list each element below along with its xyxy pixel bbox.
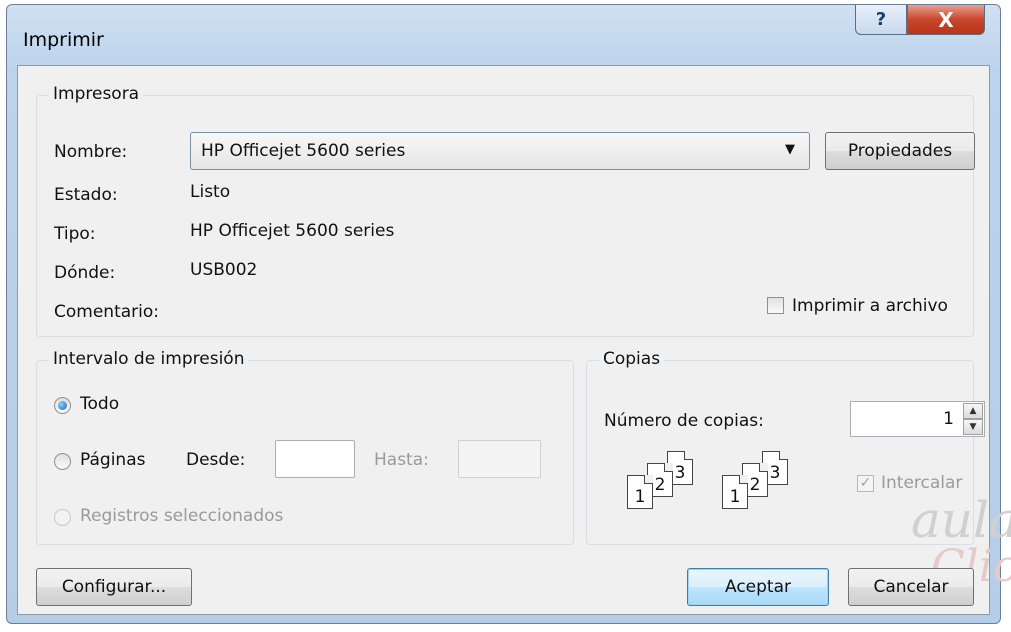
ok-button[interactable]: Aceptar: [687, 568, 829, 606]
close-button[interactable]: X: [907, 5, 985, 35]
type-label: Tipo:: [54, 224, 96, 244]
title-bar[interactable]: Imprimir ? X: [7, 5, 1000, 65]
status-label: Estado:: [54, 185, 118, 205]
close-icon: X: [938, 7, 954, 32]
radio-all-label[interactable]: Todo: [80, 394, 119, 414]
radio-selected-records-label[interactable]: Registros seleccionados: [80, 506, 283, 526]
print-range-group: Intervalo de impresión Todo Páginas Desd…: [36, 349, 574, 545]
ok-button-label: Aceptar: [725, 577, 791, 597]
to-label: Hasta:: [374, 450, 429, 470]
collate-pages-icon: 3 2 1: [722, 451, 812, 521]
copies-group-title: Copias: [599, 349, 665, 369]
printer-group: Impresora Nombre: HP Officejet 5600 seri…: [36, 84, 975, 337]
where-label: Dónde:: [54, 263, 116, 283]
print-to-file-checkbox[interactable]: [767, 297, 784, 314]
setup-button-label: Configurar...: [61, 577, 167, 597]
print-dialog: Imprimir ? X aula Clic Impresora Nombre:…: [6, 4, 1011, 624]
copies-group: Copias Número de copias: 1 ▲ ▼ 3 2 1 3 2…: [586, 349, 985, 545]
collate-checkbox[interactable]: ✓: [857, 475, 874, 492]
radio-all[interactable]: [54, 397, 71, 414]
help-icon: ?: [875, 9, 887, 30]
printer-group-title: Impresora: [49, 84, 144, 104]
cancel-button-label: Cancelar: [873, 577, 949, 597]
printer-name-value: HP Officejet 5600 series: [201, 141, 406, 161]
collate-page-1: 1: [627, 475, 653, 509]
comment-label: Comentario:: [54, 302, 159, 322]
spin-down-icon[interactable]: ▼: [963, 419, 983, 435]
help-button[interactable]: ?: [855, 5, 907, 35]
radio-selected-records[interactable]: [54, 509, 71, 526]
cancel-button[interactable]: Cancelar: [848, 568, 974, 606]
printer-name-dropdown[interactable]: HP Officejet 5600 series ▼: [190, 132, 810, 170]
print-to-file-label[interactable]: Imprimir a archivo: [792, 296, 948, 316]
from-input[interactable]: [275, 440, 355, 478]
print-range-group-title: Intervalo de impresión: [49, 349, 249, 369]
copies-number-label: Número de copias:: [604, 411, 764, 431]
radio-pages[interactable]: [54, 453, 71, 470]
collate-page-1: 1: [722, 475, 748, 509]
printer-name-label: Nombre:: [54, 142, 128, 162]
copies-number-stepper[interactable]: 1 ▲ ▼: [850, 401, 985, 437]
where-value: USB002: [190, 260, 258, 280]
to-input[interactable]: [458, 440, 541, 478]
type-value: HP Officejet 5600 series: [190, 221, 395, 241]
status-value: Listo: [190, 182, 231, 202]
properties-button[interactable]: Propiedades: [825, 132, 975, 170]
from-label: Desde:: [186, 450, 246, 470]
chevron-down-icon: ▼: [785, 142, 795, 157]
collate-label[interactable]: Intercalar: [881, 473, 962, 493]
radio-pages-label[interactable]: Páginas: [80, 450, 145, 470]
dialog-body: aula Clic Impresora Nombre: HP Officejet…: [17, 65, 1011, 615]
collate-pages-icon: 3 2 1: [627, 451, 717, 521]
copies-number-value: 1: [943, 409, 954, 429]
window-title: Imprimir: [23, 29, 104, 51]
setup-button[interactable]: Configurar...: [36, 568, 192, 606]
spin-up-icon[interactable]: ▲: [963, 403, 983, 419]
properties-button-label: Propiedades: [847, 141, 953, 161]
